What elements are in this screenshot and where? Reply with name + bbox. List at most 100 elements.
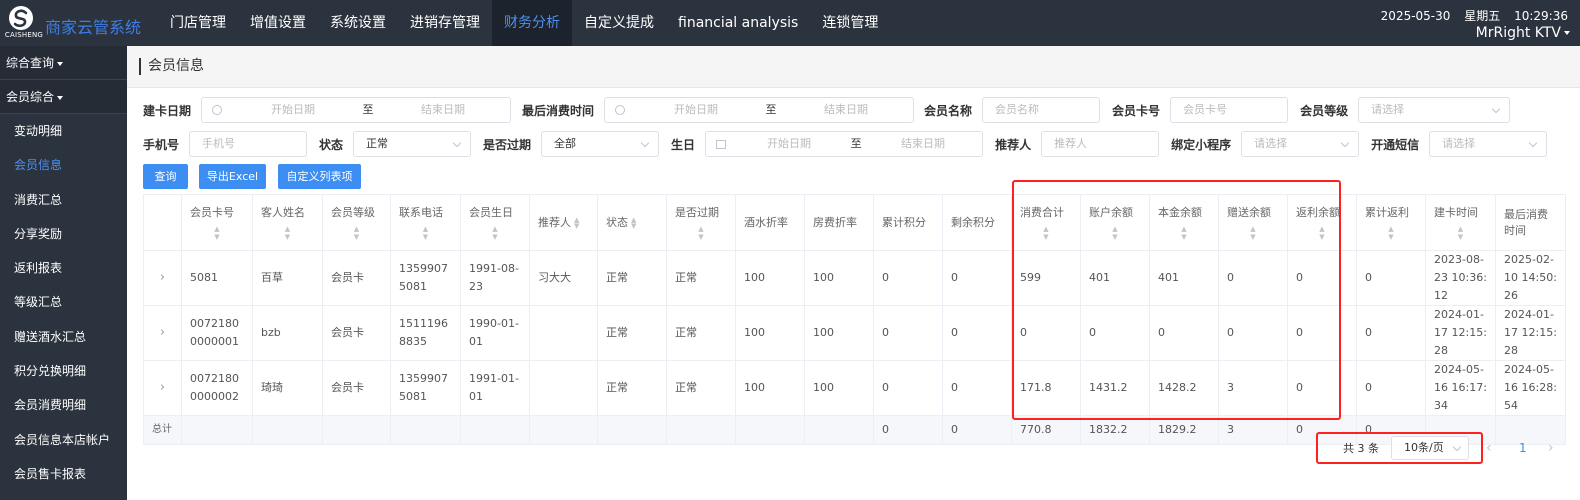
- column-header[interactable]: 酒水折率: [735, 194, 805, 251]
- nav-financial-analysis-en[interactable]: financial analysis: [666, 0, 810, 46]
- card-no-input[interactable]: 会员卡号: [1170, 97, 1289, 123]
- member-level-link[interactable]: 会员卡: [322, 360, 391, 416]
- sort-icon[interactable]: ▲ ▼: [1296, 225, 1348, 241]
- chevron-down-icon: [452, 138, 462, 148]
- page-number[interactable]: 1: [1519, 441, 1527, 455]
- member-name-input[interactable]: 会员名称: [982, 97, 1101, 123]
- sidebar-item-store-account[interactable]: 会员信息本店帐户: [0, 423, 127, 457]
- sort-icon[interactable]: ▲ ▼: [190, 225, 244, 241]
- column-header[interactable]: 累计积分: [873, 194, 943, 251]
- sort-icon[interactable]: ▲ ▼: [1158, 225, 1210, 241]
- birthday-end[interactable]: 结束日期: [864, 132, 982, 156]
- level-select[interactable]: 请选择: [1358, 97, 1511, 123]
- table-row[interactable]: › 00721800000002 琦琦 会员卡 13599075081 1991-01-0…: [143, 360, 1566, 416]
- birthday-range[interactable]: 开始日期 至 结束日期: [705, 131, 984, 157]
- total-cell: 0: [942, 415, 1012, 445]
- column-header[interactable]: 消费合计 ▲ ▼: [1011, 194, 1081, 251]
- sort-icon[interactable]: ▲ ▼: [675, 225, 727, 241]
- sidebar-group-member[interactable]: 会员综合: [0, 80, 127, 114]
- column-header[interactable]: 剩余积分: [942, 194, 1012, 251]
- sidebar-group-overview[interactable]: 综合查询: [0, 46, 127, 80]
- sidebar-item-gift-drinks[interactable]: 赠送酒水汇总: [0, 320, 127, 354]
- query-button[interactable]: 查询: [143, 164, 188, 189]
- last-consume-end[interactable]: 结束日期: [779, 98, 913, 122]
- expired-select[interactable]: 全部: [541, 131, 660, 157]
- expand-row-icon[interactable]: ›: [143, 360, 182, 416]
- sidebar-item-level-summary[interactable]: 等级汇总: [0, 285, 127, 319]
- nav-inventory[interactable]: 进销存管理: [398, 0, 492, 46]
- sidebar-item-change-detail[interactable]: 变动明细: [0, 114, 127, 148]
- sort-icon[interactable]: ▲ ▼: [469, 225, 521, 241]
- sidebar-item-share-reward[interactable]: 分享奖励: [0, 217, 127, 251]
- column-header[interactable]: 是否过期 ▲ ▼: [666, 194, 736, 251]
- column-header[interactable]: 建卡时间 ▲ ▼: [1425, 194, 1496, 251]
- card-date-label: 建卡日期: [143, 103, 192, 118]
- sidebar-item-consume-summary[interactable]: 消费汇总: [0, 183, 127, 217]
- column-header[interactable]: 状态 ▲ ▼: [597, 194, 667, 251]
- birthday-start[interactable]: 开始日期: [730, 132, 848, 156]
- next-page-icon[interactable]: ›: [1548, 440, 1554, 456]
- nav-chain-management[interactable]: 连锁管理: [810, 0, 890, 46]
- nav-financial-analysis[interactable]: 财务分析: [492, 0, 572, 46]
- miniprogram-select[interactable]: 请选择: [1241, 131, 1360, 157]
- column-header[interactable]: 推荐人 ▲ ▼: [529, 194, 598, 251]
- store-switcher[interactable]: MrRight KTV: [1476, 25, 1570, 41]
- sidebar-item-card-sales[interactable]: 会员售卡报表: [0, 457, 127, 491]
- sort-icon[interactable]: ▲ ▼: [631, 216, 636, 229]
- last-consume-range[interactable]: 开始日期 至 结束日期: [604, 97, 915, 123]
- column-header[interactable]: 房费折率: [804, 194, 874, 251]
- sort-icon[interactable]: ▲ ▼: [1020, 225, 1072, 241]
- export-excel-button[interactable]: 导出Excel: [199, 164, 266, 189]
- prev-page-icon[interactable]: ‹: [1486, 440, 1492, 456]
- member-level-link[interactable]: 会员卡: [322, 305, 391, 361]
- column-header[interactable]: 账户余额 ▲ ▼: [1080, 194, 1150, 251]
- table-cell: 2024-05-16 16:17:34: [1425, 360, 1496, 416]
- sort-icon[interactable]: ▲ ▼: [399, 225, 452, 241]
- sms-select[interactable]: 请选择: [1429, 131, 1548, 157]
- nav-store-management[interactable]: 门店管理: [158, 0, 238, 46]
- expand-row-icon[interactable]: ›: [143, 305, 182, 361]
- column-header[interactable]: 累计返利 ▲ ▼: [1356, 194, 1426, 251]
- column-header[interactable]: 联系电话 ▲ ▼: [390, 194, 461, 251]
- column-header[interactable]: 会员等级 ▲ ▼: [322, 194, 391, 251]
- sidebar-item-rebate-report[interactable]: 返利报表: [0, 251, 127, 285]
- table-row[interactable]: › 5081 百草 会员卡 13599075081 1991-08-23 习大大 正常 正常 10…: [143, 250, 1566, 306]
- current-time: 10:29:36: [1514, 9, 1568, 23]
- column-header[interactable]: 赠送余额 ▲ ▼: [1218, 194, 1288, 251]
- column-header[interactable]: 客人姓名 ▲ ▼: [252, 194, 323, 251]
- custom-columns-button[interactable]: 自定义列表项: [278, 164, 361, 189]
- sidebar-item-member-info[interactable]: 会员信息: [0, 148, 127, 182]
- sort-icon[interactable]: ▲ ▼: [331, 225, 382, 241]
- nav-system-settings[interactable]: 系统设置: [318, 0, 398, 46]
- card-date-start[interactable]: 开始日期: [226, 98, 360, 122]
- member-level-link[interactable]: 会员卡: [322, 250, 391, 306]
- sort-icon[interactable]: ▲ ▼: [261, 225, 314, 241]
- column-header[interactable]: 最后消费时间: [1495, 194, 1566, 251]
- referrer-input[interactable]: 推荐人: [1041, 131, 1160, 157]
- column-header[interactable]: 会员卡号 ▲ ▼: [181, 194, 253, 251]
- sort-icon[interactable]: ▲ ▼: [1089, 225, 1141, 241]
- sort-icon[interactable]: ▲ ▼: [574, 216, 579, 229]
- column-header[interactable]: 返利余额 ▲ ▼: [1287, 194, 1357, 251]
- card-date-end[interactable]: 结束日期: [376, 98, 510, 122]
- last-consume-start[interactable]: 开始日期: [629, 98, 763, 122]
- table-cell: 00721800000002: [181, 360, 253, 416]
- nav-value-added[interactable]: 增值设置: [238, 0, 318, 46]
- table-cell: 0: [1287, 360, 1357, 416]
- column-header[interactable]: 本金余额 ▲ ▼: [1149, 194, 1219, 251]
- table-row[interactable]: › 00721800000001 bzb 会员卡 15111968835 1990-01-…: [143, 305, 1566, 361]
- app-logo[interactable]: CAISHENG: [4, 3, 43, 43]
- sort-icon[interactable]: ▲ ▼: [1434, 225, 1487, 241]
- card-date-range[interactable]: 开始日期 至 结束日期: [201, 97, 512, 123]
- sidebar-item-points-exchange[interactable]: 积分兑换明细: [0, 354, 127, 388]
- phone-input[interactable]: 手机号: [189, 131, 308, 157]
- status-select[interactable]: 正常: [353, 131, 472, 157]
- sort-icon[interactable]: ▲ ▼: [1365, 225, 1417, 241]
- table-cell: 100: [804, 305, 874, 361]
- column-header[interactable]: 会员生日 ▲ ▼: [460, 194, 530, 251]
- sort-icon[interactable]: ▲ ▼: [1227, 225, 1279, 241]
- page-size-select[interactable]: 10条/页: [1391, 436, 1469, 460]
- sidebar-item-member-consume-detail[interactable]: 会员消费明细: [0, 388, 127, 422]
- nav-custom-commission[interactable]: 自定义提成: [572, 0, 666, 46]
- expand-row-icon[interactable]: ›: [143, 250, 182, 306]
